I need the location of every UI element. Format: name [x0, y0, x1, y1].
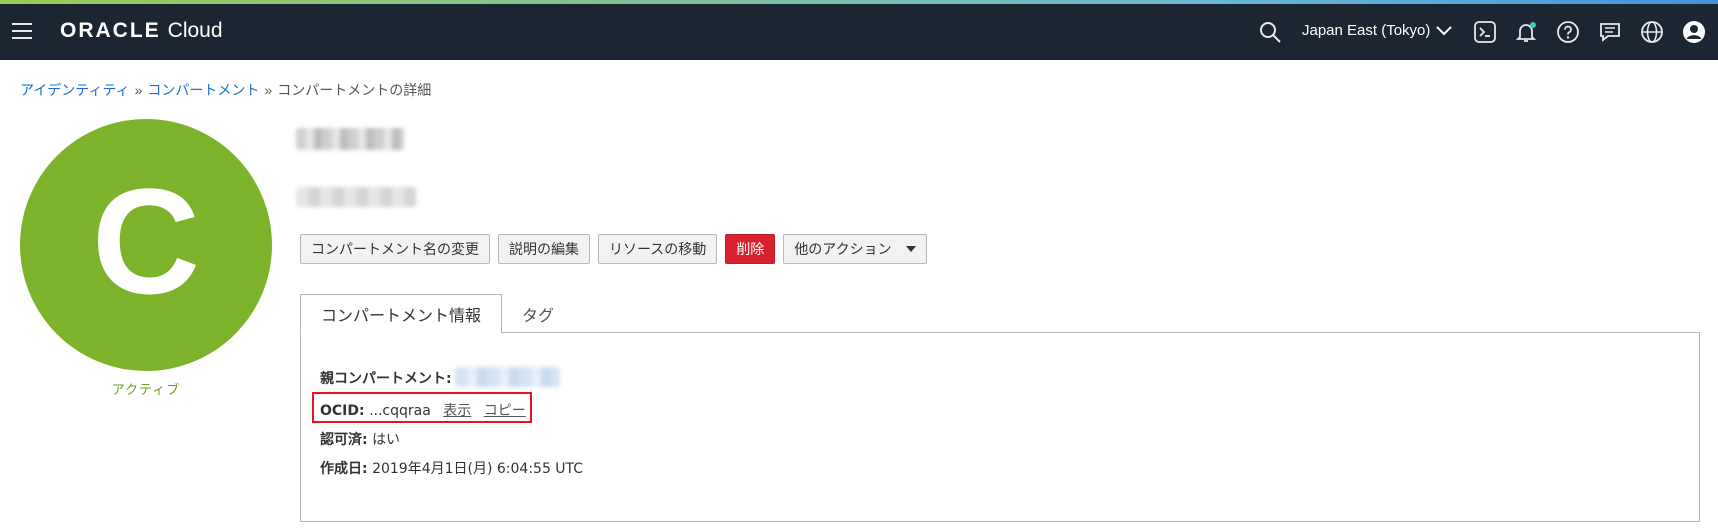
breadcrumb-compartments[interactable]: コンパートメント — [147, 82, 259, 98]
authorized-row: 認可済: はい — [320, 429, 400, 449]
parent-compartment-redacted[interactable] — [455, 367, 560, 387]
breadcrumb-identity[interactable]: アイデンティティ — [20, 82, 130, 98]
brand-cloud: Cloud — [167, 19, 223, 42]
info-panel — [300, 332, 1700, 522]
tab-tags[interactable]: タグ — [502, 294, 574, 333]
compartment-avatar: C — [20, 119, 272, 371]
user-icon[interactable] — [1682, 20, 1706, 44]
more-actions-button[interactable]: 他のアクション — [783, 234, 927, 264]
delete-button[interactable]: 削除 — [725, 234, 776, 264]
compartment-description-redacted — [296, 187, 416, 207]
edit-description-button[interactable]: 説明の編集 — [498, 234, 590, 264]
region-label: Japan East (Tokyo) — [1302, 22, 1431, 39]
search-icon[interactable] — [1258, 20, 1282, 44]
top-navigation-bar: ORACLE Cloud Japan East (Tokyo) — [0, 4, 1718, 60]
bell-icon[interactable] — [1514, 20, 1538, 44]
ocid-label: OCID: — [320, 403, 365, 419]
parent-compartment-row: 親コンパートメント: — [320, 368, 452, 388]
authorized-label: 認可済: — [320, 432, 368, 448]
compartment-name-redacted — [296, 128, 404, 150]
cloud-shell-icon[interactable] — [1473, 20, 1497, 44]
region-selector[interactable]: Japan East (Tokyo) — [1302, 22, 1453, 39]
action-bar: コンパートメント名の変更 説明の編集 リソースの移動 削除 他のアクション — [300, 234, 927, 264]
status-label: アクティブ — [111, 382, 181, 397]
authorized-value: はい — [372, 432, 401, 448]
created-value: 2019年4月1日(月) 6:04:55 UTC — [372, 461, 584, 477]
chat-icon[interactable] — [1598, 20, 1622, 44]
brand-oracle: ORACLE — [60, 19, 161, 42]
ocid-copy-link[interactable]: コピー — [484, 403, 526, 419]
tab-compartment-info[interactable]: コンパートメント情報 — [300, 294, 503, 334]
breadcrumb-current: コンパートメントの詳細 — [277, 82, 432, 98]
help-icon[interactable] — [1556, 20, 1580, 44]
tab-bar: コンパートメント情報 タグ — [300, 294, 574, 334]
chevron-down-icon — [1436, 25, 1453, 35]
created-label: 作成日: — [320, 461, 368, 477]
more-actions-label: 他のアクション — [794, 242, 892, 258]
oracle-cloud-logo[interactable]: ORACLE Cloud — [60, 16, 223, 46]
ocid-value: ...cqqraa — [369, 403, 431, 419]
rename-compartment-button[interactable]: コンパートメント名の変更 — [300, 234, 490, 264]
avatar-letter: C — [91, 157, 201, 325]
caret-down-icon — [905, 246, 916, 252]
created-row: 作成日: 2019年4月1日(月) 6:04:55 UTC — [320, 458, 583, 478]
parent-compartment-label: 親コンパートメント: — [320, 371, 452, 387]
globe-icon[interactable] — [1640, 20, 1664, 44]
menu-icon[interactable] — [12, 23, 32, 39]
breadcrumb: アイデンティティ» コンパートメント» コンパートメントの詳細 — [20, 82, 432, 98]
ocid-row: OCID: ...cqqraa 表示 コピー — [320, 400, 526, 420]
move-resource-button[interactable]: リソースの移動 — [598, 234, 718, 264]
ocid-show-link[interactable]: 表示 — [443, 403, 471, 419]
